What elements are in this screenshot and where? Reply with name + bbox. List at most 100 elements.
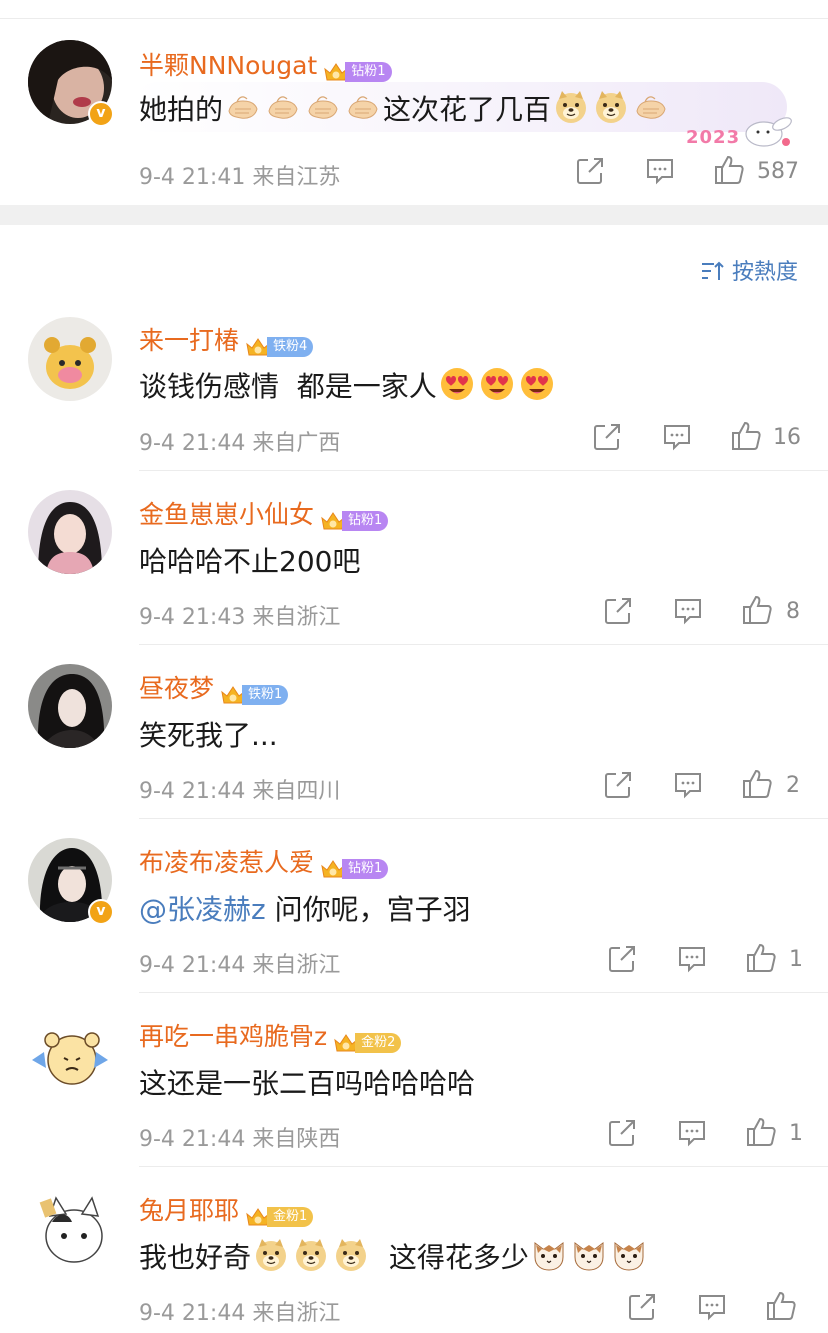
username[interactable]: 来一打椿 铁粉4 [139,321,314,357]
comment-button[interactable] [677,1118,707,1152]
like-button[interactable] [741,768,773,802]
like-icon [745,942,777,974]
share-button[interactable] [592,422,622,456]
like-button[interactable] [745,1116,777,1150]
doge-emoji-icon [333,1237,369,1273]
like-icon [730,420,762,452]
comment-text: 这还是一张二百吗哈哈哈哈 [139,1067,476,1100]
section-separator [0,205,828,225]
avatar[interactable] [28,490,112,574]
sort-toggle[interactable]: 按熱度 [700,254,798,286]
username[interactable]: 半颗NNNougat 钻粉1 [139,46,392,82]
comment-icon [677,944,707,974]
comment-text: 笑死我了... [139,719,278,752]
comment-button[interactable] [677,944,707,978]
comment-button[interactable] [662,422,692,456]
share-icon [603,596,633,626]
username-text: 金鱼崽崽小仙女 [139,500,315,529]
comment-text: @张凌赫z 问你呢，宫子羽 [139,888,471,928]
username[interactable]: 再吃一串鸡脆骨z 金粉2 [139,1017,402,1053]
comment-text: 她拍的 这次花了几百 [139,88,671,128]
share-icon [575,156,605,186]
comment-text-part: 她拍的 [139,93,224,126]
comment-button[interactable] [697,1292,727,1326]
mention-link[interactable]: @张凌赫z [139,893,266,926]
fan-badge[interactable]: 钻粉1 [320,505,389,531]
fan-badge[interactable]: 钻粉1 [323,56,392,82]
share-button[interactable] [627,1292,657,1326]
username-text: 昼夜梦 [139,674,215,703]
hand-emoji-icon [225,89,261,125]
like-icon [745,1116,777,1148]
share-icon [592,422,622,452]
username-text: 再吃一串鸡脆骨z [139,1022,328,1051]
sort-icon [701,261,724,280]
hand-emoji-icon [305,89,341,125]
fan-badge-label: 金粉2 [355,1033,402,1053]
like-icon [741,768,773,800]
share-icon [603,770,633,800]
sort-label: 按熱度 [731,260,798,285]
comment-icon [662,422,692,452]
share-icon [607,944,637,974]
like-count: 8 [786,599,800,624]
comment-text-part: 谈钱伤感情 都是一家人 [139,370,437,403]
comment-text: 哈哈哈不止200吧 [139,545,361,578]
like-button[interactable] [730,420,762,454]
comment-button[interactable] [673,770,703,804]
username[interactable]: 兔月耶耶 金粉1 [139,1191,314,1227]
avatar[interactable] [28,664,112,748]
share-button[interactable] [603,770,633,804]
cat-emoji-icon [571,1237,607,1273]
comment-divider [139,818,828,819]
comment-divider [139,1166,828,1167]
username[interactable]: 昼夜梦 铁粉1 [139,669,289,705]
comment-button[interactable] [645,156,675,190]
like-button[interactable] [741,594,773,628]
fan-badge[interactable]: 铁粉1 [220,679,289,705]
fan-badge[interactable]: 钻粉1 [320,853,389,879]
avatar[interactable] [28,1186,112,1270]
comment-text-part: 问你呢，宫子羽 [265,893,471,926]
like-count: 587 [757,159,799,184]
comment-text-part: 我也好奇 [139,1241,252,1274]
share-button[interactable] [603,596,633,630]
fan-badge[interactable]: 铁粉4 [245,331,314,357]
fan-badge-label: 钻粉1 [345,62,392,82]
doge-emoji-icon [553,89,589,125]
like-button[interactable] [745,942,777,976]
share-button[interactable] [607,1118,637,1152]
fan-badge-label: 铁粉1 [242,685,289,705]
share-icon [607,1118,637,1148]
avatar[interactable] [28,317,112,401]
comment-button[interactable] [673,596,703,630]
like-button[interactable] [765,1290,797,1324]
share-button[interactable] [607,944,637,978]
comment-icon [697,1292,727,1322]
like-count: 1 [789,947,803,972]
comment-icon [677,1118,707,1148]
fan-badge[interactable]: 金粉1 [245,1201,314,1227]
like-button[interactable] [713,154,745,188]
comment-meta: 9-4 21:44 来自浙江 [139,1301,341,1326]
comment-icon [673,596,703,626]
share-button[interactable] [575,156,605,190]
avatar[interactable] [28,1012,112,1096]
like-count: 1 [789,1121,803,1146]
fan-badge-label: 钻粉1 [342,859,389,879]
cat-emoji-icon [611,1237,647,1273]
bunny-decoration-icon [745,117,792,147]
username[interactable]: 布凌布凌惹人爱 钻粉1 [139,843,389,879]
fan-badge[interactable]: 金粉2 [333,1027,402,1053]
fan-badge-label: 钻粉1 [342,511,389,531]
verified-badge-icon: v [88,101,114,127]
like-count: 16 [773,425,801,450]
heart-eyes-emoji-icon [479,366,515,402]
username-text: 来一打椿 [139,326,240,355]
doge-emoji-icon [593,89,629,125]
verified-badge-icon: v [88,899,114,925]
doge-emoji-icon [253,1237,289,1273]
comment-meta: 9-4 21:44 来自陕西 [139,1127,341,1152]
doge-emoji-icon [293,1237,329,1273]
username[interactable]: 金鱼崽崽小仙女 钻粉1 [139,495,389,531]
